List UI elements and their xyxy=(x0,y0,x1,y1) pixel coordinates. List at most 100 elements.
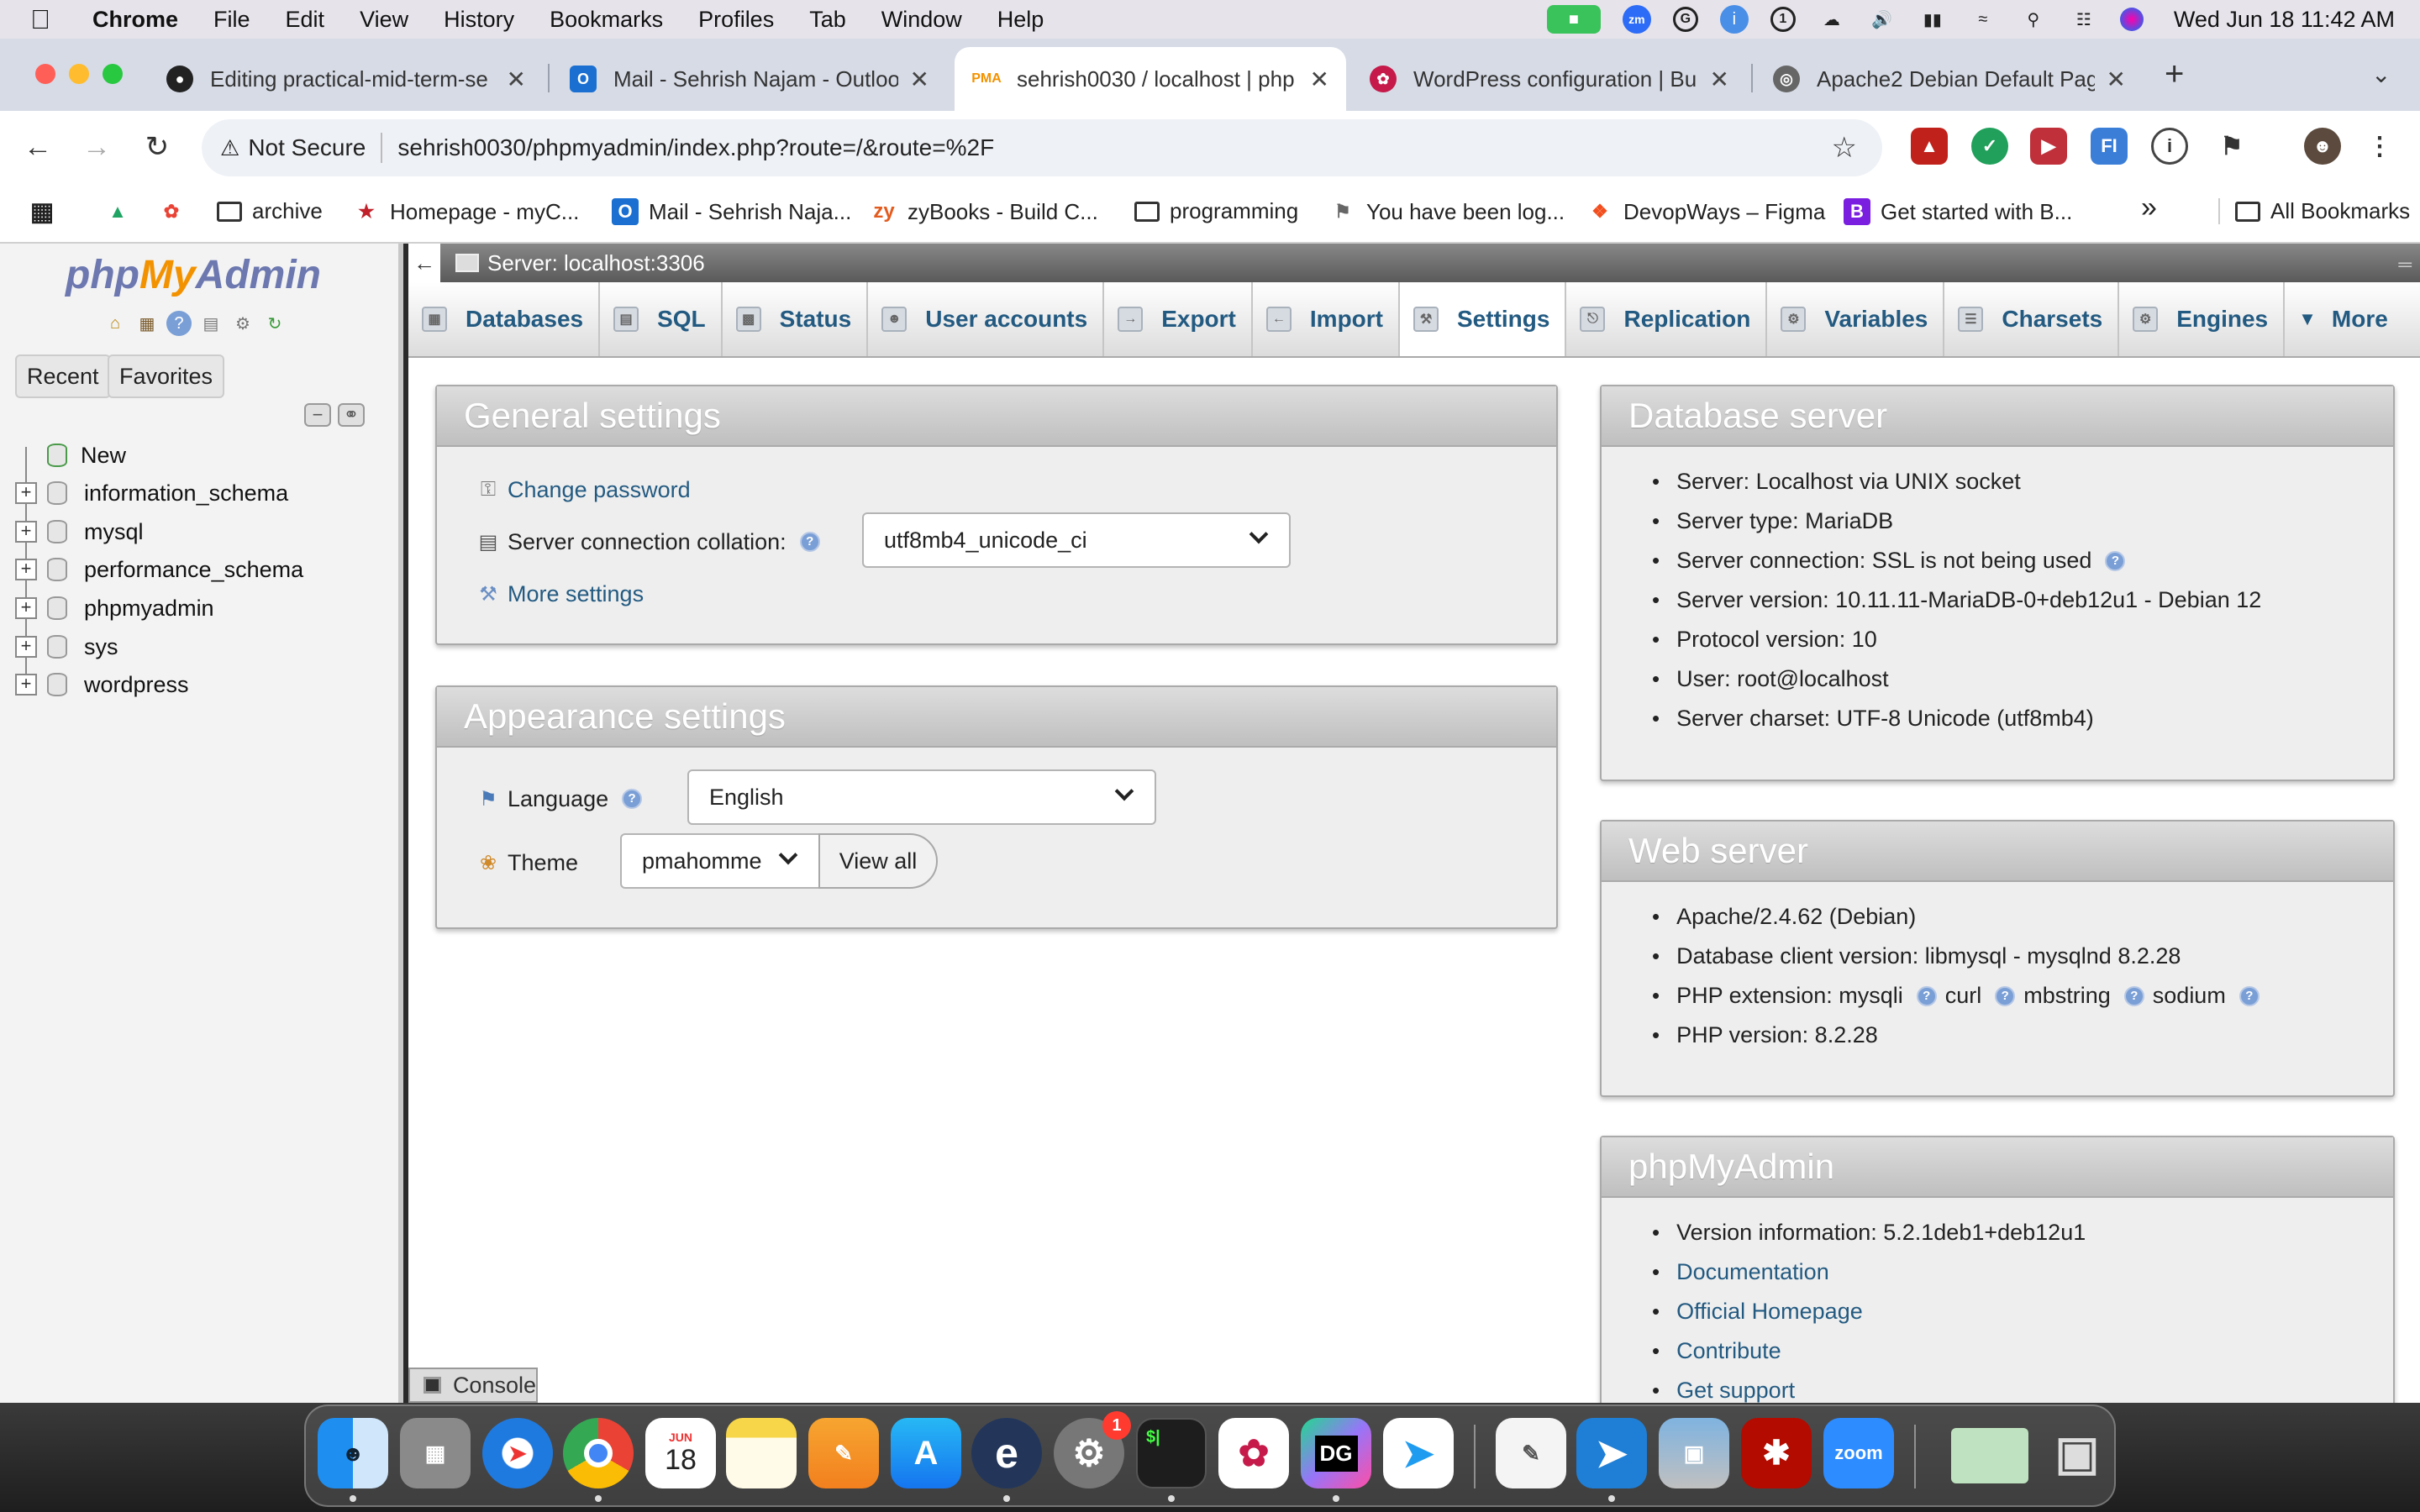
ublock-extension-icon[interactable]: ▲ xyxy=(1911,128,1948,165)
phpmyadmin-logo[interactable]: phpMyAdmin xyxy=(66,252,321,298)
grammarly-icon[interactable]: G xyxy=(1672,7,1698,32)
photos-bookmark-icon[interactable]: ✿ xyxy=(158,198,185,225)
toggle-navigation-arrow-icon[interactable]: ← xyxy=(408,244,440,282)
help-icon[interactable]: ? xyxy=(2123,985,2144,1006)
notes-icon[interactable] xyxy=(726,1418,797,1488)
expand-icon[interactable]: + xyxy=(15,521,37,543)
volume-icon[interactable]: 🔊 xyxy=(1868,5,1897,34)
textedit-icon[interactable]: ✎ xyxy=(1496,1418,1566,1488)
console-toggle[interactable]: Console xyxy=(408,1368,538,1403)
expand-icon[interactable]: + xyxy=(15,559,37,580)
window-minimize-button[interactable] xyxy=(69,64,89,84)
window-close-button[interactable] xyxy=(35,64,55,84)
tree-database[interactable]: + performance_schema xyxy=(15,553,303,586)
tab-wordpress[interactable]: ✿ WordPress configuration | Bu ✕ xyxy=(1351,47,1746,111)
language-select[interactable]: English xyxy=(687,769,1156,825)
expand-icon[interactable]: + xyxy=(15,636,37,658)
tab-replication[interactable]: ⎋ Replication xyxy=(1566,282,1768,356)
help-icon[interactable]: ? xyxy=(2105,550,2126,571)
tab-engines[interactable]: ⚙ Engines xyxy=(2119,282,2286,356)
expand-icon[interactable]: + xyxy=(15,482,37,504)
tab-more[interactable]: ▼ More xyxy=(2285,282,2403,356)
drive-bookmark-icon[interactable]: ▲ xyxy=(104,198,131,225)
expand-icon[interactable]: + xyxy=(15,674,37,696)
zoom-icon[interactable]: zm xyxy=(1622,5,1651,34)
tab-status[interactable]: ▩ Status xyxy=(723,282,869,356)
tab-apache[interactable]: ◎ Apache2 Debian Default Page ✕ xyxy=(1754,47,2143,111)
video-speed-extension-icon[interactable]: ▶ xyxy=(2030,128,2067,165)
back-button[interactable]: ← xyxy=(17,126,59,168)
finder-icon[interactable]: ☻ xyxy=(318,1418,388,1488)
tab-export[interactable]: → Export xyxy=(1104,282,1253,356)
facetime-icon[interactable]: ■ xyxy=(1546,5,1601,34)
bookmarks-overflow-button[interactable]: » xyxy=(2141,192,2157,224)
gear-icon[interactable]: ⚙ xyxy=(230,311,255,336)
menu-help[interactable]: Help xyxy=(997,7,1044,33)
recent-button[interactable]: Recent xyxy=(15,354,111,398)
new-tab-button[interactable]: + xyxy=(2165,55,2184,93)
server-breadcrumb[interactable]: Server: localhost:3306 xyxy=(487,250,705,276)
get-support-link[interactable]: Get support xyxy=(1676,1378,1795,1404)
tab-close-icon[interactable]: ✕ xyxy=(1710,66,1729,93)
chrome-icon[interactable] xyxy=(563,1418,634,1488)
menu-file[interactable]: File xyxy=(213,7,250,33)
window-zoom-button[interactable] xyxy=(103,64,123,84)
tab-search-chevron-icon[interactable]: ⌄ xyxy=(2371,60,2391,88)
grammar-check-extension-icon[interactable]: ✓ xyxy=(1971,128,2008,165)
zoom-app-icon[interactable]: zoom xyxy=(1823,1418,1894,1488)
help-icon[interactable]: ? xyxy=(622,789,643,809)
collapse-topmenu-icon[interactable]: ═ xyxy=(2398,254,2412,276)
view-all-themes-button[interactable]: View all xyxy=(818,833,938,889)
search-icon[interactable]: ⚲ xyxy=(2019,5,2048,34)
bookmark-figma[interactable]: ❖ DevopWays – Figma xyxy=(1586,198,1825,225)
theme-select[interactable]: pmahomme xyxy=(620,833,820,889)
menu-window[interactable]: Window xyxy=(881,7,962,33)
password-icon[interactable]: 1 xyxy=(1770,7,1796,32)
tree-database[interactable]: + wordpress xyxy=(15,668,189,701)
terminal-icon[interactable]: $| xyxy=(1136,1418,1207,1488)
launchpad-icon[interactable]: ▦ xyxy=(400,1418,471,1488)
help-icon[interactable]: ? xyxy=(799,532,820,552)
help-icon[interactable]: ? xyxy=(166,311,192,336)
bookmark-mail[interactable]: O Mail - Sehrish Naja... xyxy=(612,198,851,225)
tab-databases[interactable]: ▦ Databases xyxy=(408,282,601,356)
downloads-stack-icon[interactable] xyxy=(1951,1428,2028,1483)
app-store-icon[interactable]: A xyxy=(891,1418,961,1488)
help-icon[interactable]: ? xyxy=(2238,985,2260,1006)
extensions-puzzle-icon[interactable]: ⚑ xyxy=(2213,128,2250,165)
tab-phpmyadmin[interactable]: PMA sehrish0030 / localhost | php ✕ xyxy=(955,47,1346,111)
tree-database[interactable]: + mysql xyxy=(15,515,144,549)
vscode-insiders-icon[interactable]: ➤ xyxy=(1383,1418,1454,1488)
tab-close-icon[interactable]: ✕ xyxy=(2107,66,2126,93)
calendar-icon[interactable]: JUN 18 xyxy=(645,1418,716,1488)
safari-icon[interactable]: ➤ xyxy=(482,1418,553,1488)
collapse-all-icon[interactable]: − xyxy=(304,403,331,427)
tab-outlook[interactable]: O Mail - Sehrish Najam - Outloo ✕ xyxy=(551,47,946,111)
tab-import[interactable]: ← Import xyxy=(1253,282,1400,356)
bookmark-programming[interactable]: programming xyxy=(1134,198,1298,224)
profile-avatar[interactable]: ☻ xyxy=(2304,128,2341,165)
tree-database[interactable]: + information_schema xyxy=(15,476,288,510)
home-icon[interactable]: ⌂ xyxy=(103,311,128,336)
forward-button[interactable]: → xyxy=(76,126,118,168)
tree-database[interactable]: + sys xyxy=(15,630,118,664)
tab-user-accounts[interactable]: ☻ User accounts xyxy=(868,282,1105,356)
control-center-icon[interactable]: ☷ xyxy=(2070,5,2098,34)
fi-extension-icon[interactable]: FI xyxy=(2091,128,2128,165)
menu-edit[interactable]: Edit xyxy=(286,7,325,33)
reload-button[interactable]: ↻ xyxy=(136,126,178,168)
bookmark-zybooks[interactable]: zy zyBooks - Build C... xyxy=(871,198,1098,225)
menu-tab[interactable]: Tab xyxy=(809,7,846,33)
menu-profiles[interactable]: Profiles xyxy=(698,7,774,33)
menu-history[interactable]: History xyxy=(444,7,514,33)
apps-grid-icon[interactable]: ▦ xyxy=(29,198,55,226)
documentation-link[interactable]: Documentation xyxy=(1676,1259,1829,1285)
security-indicator[interactable]: ⚠ Not Secure xyxy=(220,134,366,161)
expand-icon[interactable]: + xyxy=(15,597,37,619)
tab-variables[interactable]: ⚙ Variables xyxy=(1767,282,1945,356)
datagrip-icon[interactable]: DG xyxy=(1301,1418,1371,1488)
pages-icon[interactable]: ✎ xyxy=(808,1418,879,1488)
trash-icon[interactable]: ▣ xyxy=(2042,1418,2112,1488)
help-icon[interactable]: ? xyxy=(1916,985,1937,1006)
eclipse-icon[interactable]: e xyxy=(971,1418,1042,1488)
